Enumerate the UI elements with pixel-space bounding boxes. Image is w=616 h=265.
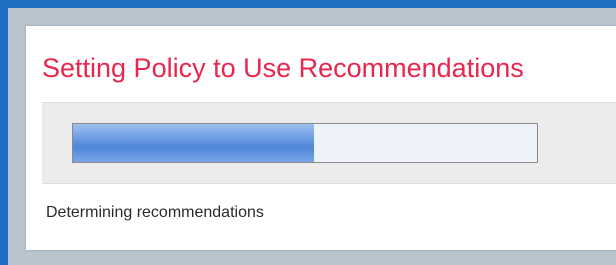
progress-dialog: Setting Policy to Use Recommendations De… (26, 26, 616, 250)
progress-bar-fill (73, 124, 315, 162)
progress-bar (72, 123, 538, 163)
status-text: Determining recommendations (46, 204, 264, 221)
window-frame: Setting Policy to Use Recommendations De… (0, 0, 616, 265)
progress-panel (42, 102, 616, 184)
dialog-title: Setting Policy to Use Recommendations (42, 53, 524, 83)
